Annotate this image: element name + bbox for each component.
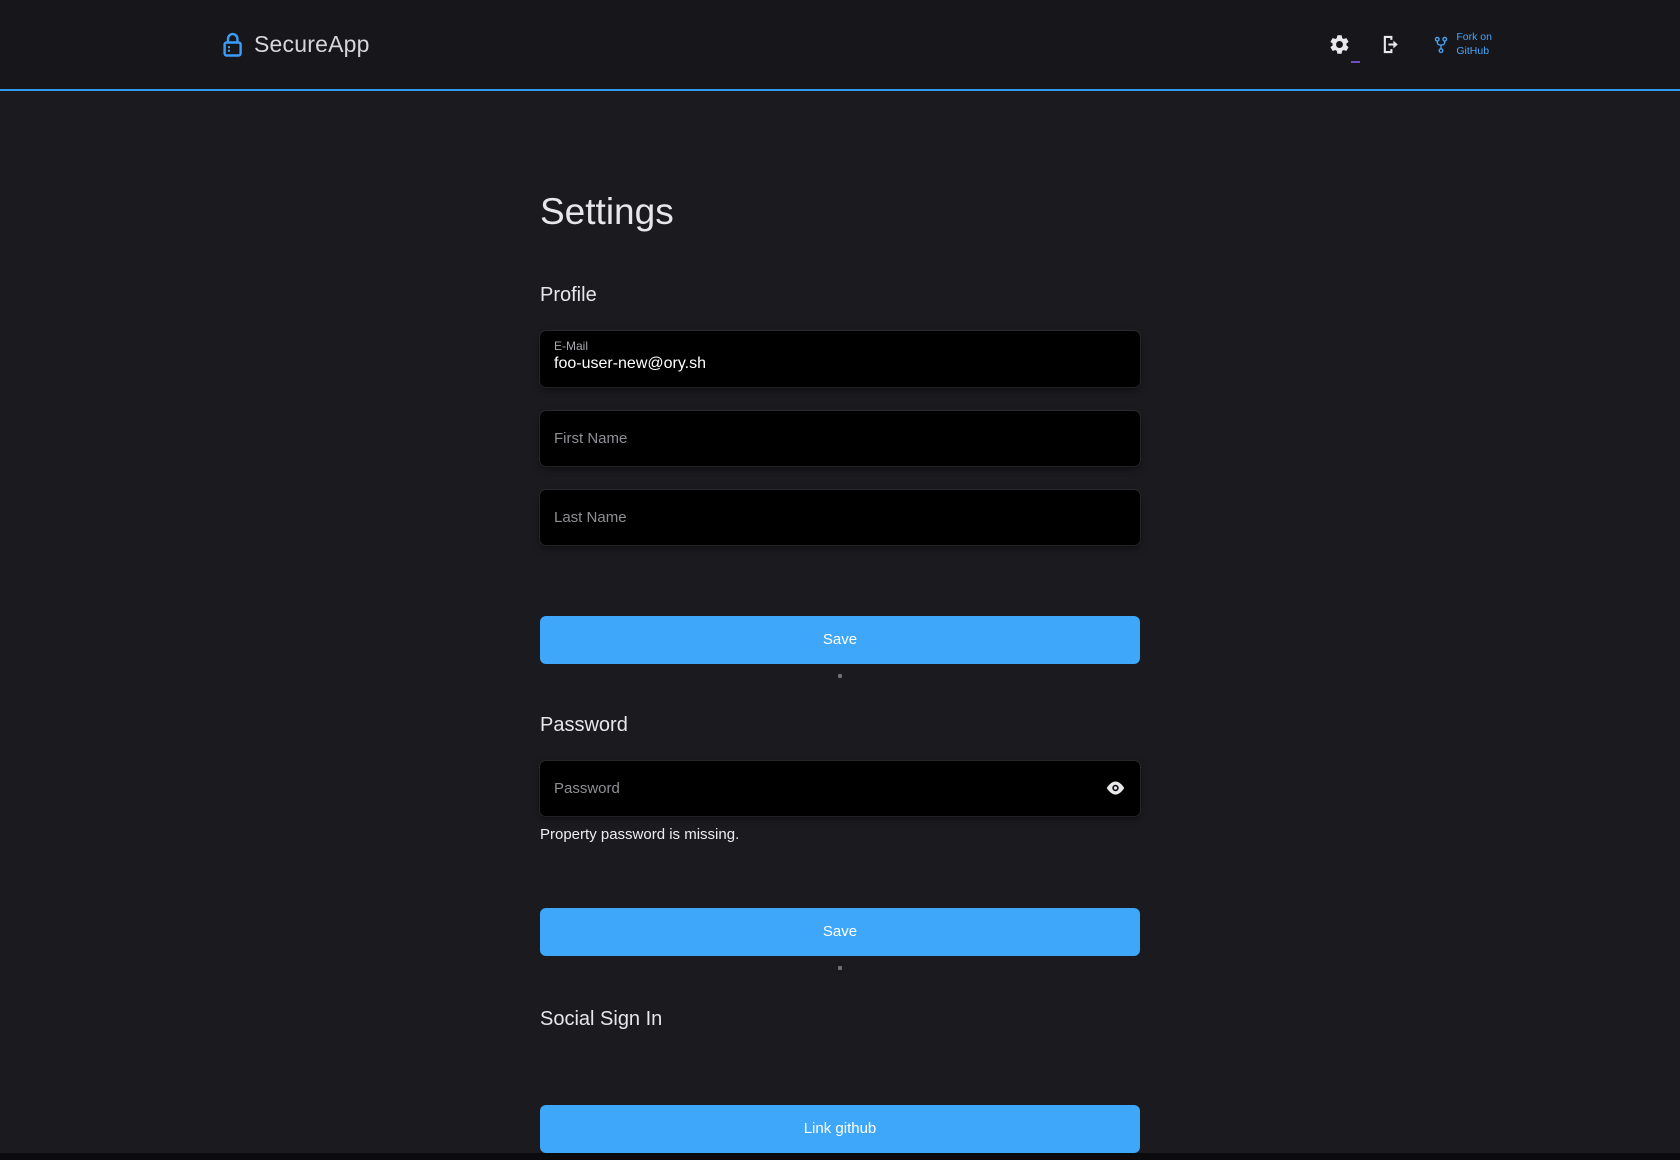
gear-icon [1328,33,1351,56]
social-sign-in-section: Social Sign In Link github [540,1008,1140,1153]
email-field[interactable]: E-Mail [540,331,1140,387]
text-cursor [1351,61,1360,63]
app-name: SecureApp [254,31,370,58]
link-github-button[interactable]: Link github [540,1105,1140,1153]
app-logo[interactable]: SecureApp [222,31,370,58]
email-input[interactable] [554,353,1126,373]
header-actions: Fork on GitHub [1324,29,1492,60]
git-fork-icon [1432,34,1450,56]
last-name-input[interactable] [540,490,1140,545]
password-field [540,761,1140,816]
logout-icon [1379,33,1402,56]
social-sign-in-heading: Social Sign In [540,1008,1140,1031]
app-header: SecureApp [0,0,1680,91]
password-input[interactable] [540,761,1140,816]
profile-save-button[interactable]: Save [540,616,1140,664]
fork-link-label: Fork on GitHub [1456,31,1492,58]
toggle-password-visibility-button[interactable] [1101,776,1130,800]
fork-on-github-link[interactable]: Fork on GitHub [1432,31,1492,58]
password-section: Password Property password is missing. S… [540,714,1140,970]
first-name-input[interactable] [540,411,1140,466]
password-save-button[interactable]: Save [540,908,1140,956]
password-heading: Password [540,714,1140,737]
profile-section: Profile E-Mail Save [540,284,1140,678]
settings-page: Settings Profile E-Mail Save Password [540,191,1140,1153]
password-error-message: Property password is missing. [540,826,1140,844]
account-settings-button[interactable] [1324,29,1355,60]
page-bottom-edge [0,1153,1680,1160]
logout-button[interactable] [1375,29,1406,60]
eye-icon [1105,780,1126,796]
page-title: Settings [540,191,1140,234]
profile-heading: Profile [540,284,1140,307]
lock-icon [222,32,243,58]
password-loader-dot [838,966,842,970]
profile-loader-dot [838,674,842,678]
email-field-label: E-Mail [554,339,1126,353]
